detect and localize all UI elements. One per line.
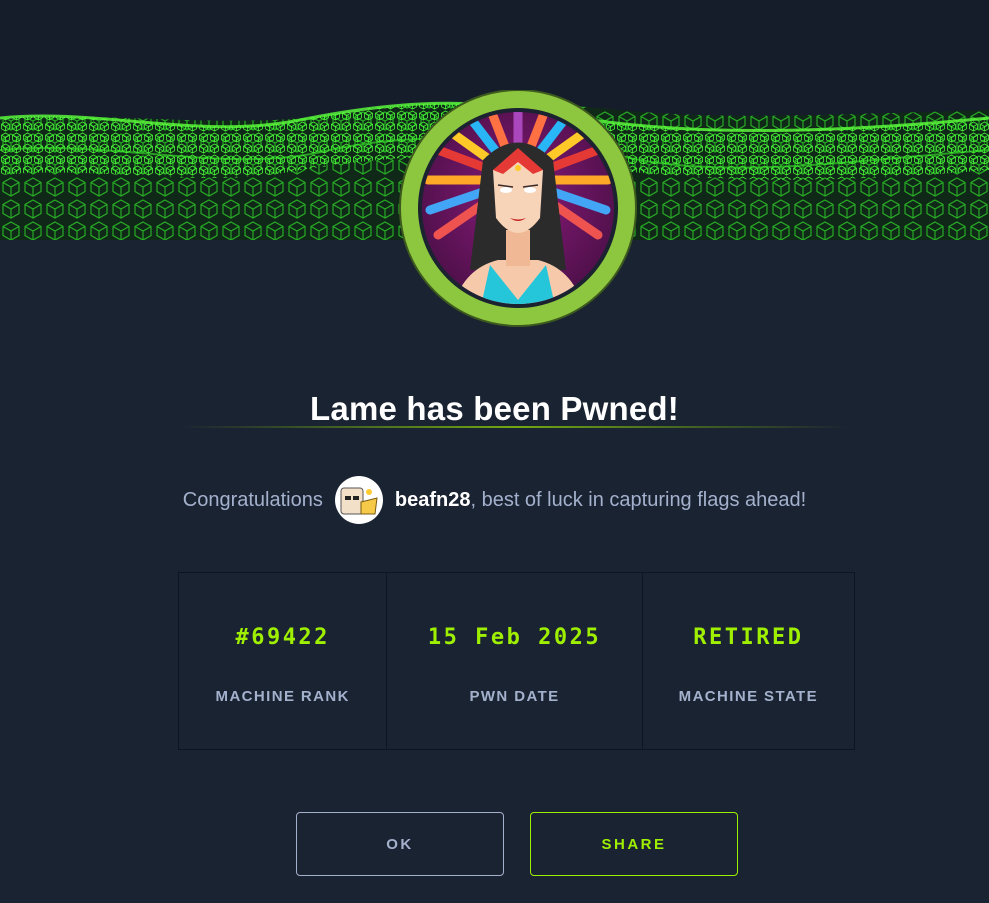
stats-panel: #69422 MACHINE RANK 15 Feb 2025 PWN DATE…	[178, 572, 855, 750]
page-title: Lame has been Pwned!	[310, 390, 679, 428]
share-button[interactable]: SHARE	[530, 812, 738, 876]
congrats-prefix: Congratulations	[182, 488, 323, 511]
pwn-date-value: 15 Feb 2025	[427, 625, 602, 650]
stat-pwn-date: 15 Feb 2025 PWN DATE	[387, 573, 643, 749]
machine-avatar-icon	[398, 89, 638, 330]
stat-machine-state: RETIRED MACHINE STATE	[643, 573, 854, 749]
machine-state-label: MACHINE STATE	[678, 688, 818, 705]
title-divider	[180, 426, 850, 428]
ok-button[interactable]: OK	[296, 812, 504, 876]
machine-state-value: RETIRED	[693, 625, 804, 650]
congrats-suffix: , best of luck in capturing flags ahead!	[470, 488, 807, 511]
stat-machine-rank: #69422 MACHINE RANK	[179, 573, 388, 749]
machine-rank-label: MACHINE RANK	[215, 688, 350, 705]
machine-rank-value: #69422	[235, 625, 330, 650]
user-avatar-icon	[334, 476, 383, 524]
username[interactable]: beafn28	[395, 489, 471, 512]
pwn-date-label: PWN DATE	[469, 688, 560, 705]
congratulations-message: Congratulations beafn28 , best of luck i…	[0, 476, 989, 524]
